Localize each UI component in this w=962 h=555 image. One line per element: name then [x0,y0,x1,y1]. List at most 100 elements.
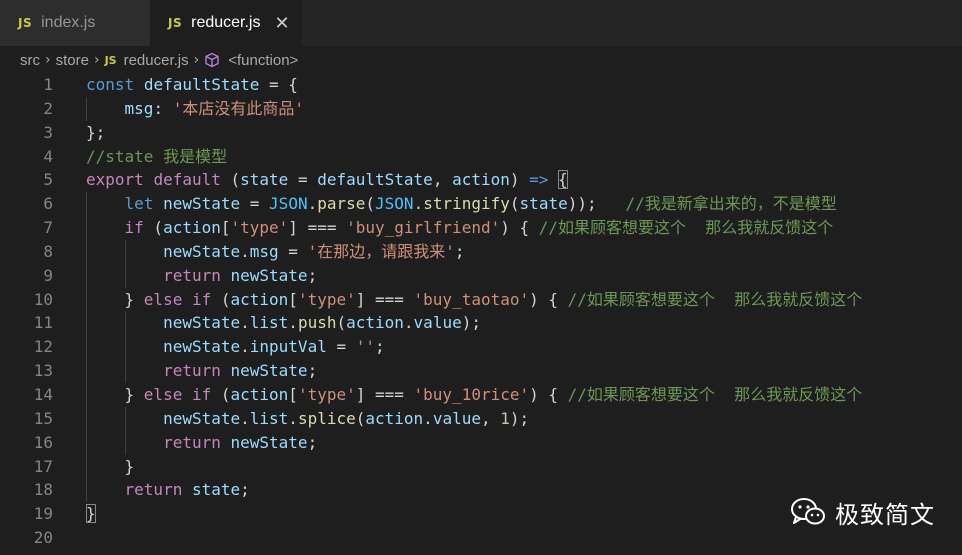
line-number: 12 [33,337,53,357]
code-token: value [413,313,462,333]
code-line[interactable]: 17 } [0,454,962,479]
code-line[interactable]: 6 let newState = JSON.parse(JSON.stringi… [0,192,962,217]
code-text: //state 我是模型 [86,145,227,169]
code-token: }; [86,122,106,142]
code-token: //如果顾客想要这个 那么我就反馈这个 [567,289,863,309]
line-number: 7 [43,218,53,238]
line-number: 15 [33,408,53,428]
tab-reducer-js[interactable]: JS reducer.js ✕ [150,0,302,46]
code-token: . [288,408,298,428]
code-token: . [288,313,298,333]
code-token: )); [567,194,626,214]
code-line[interactable]: 12 newState.inputVal = ''; [0,335,962,360]
code-line[interactable]: 4 //state 我是模型 [0,145,962,169]
code-token: //如果顾客想要这个 那么我就反馈这个 [538,218,834,238]
code-token: //我是新拿出来的，不是模型 [625,194,837,214]
code-text: if (action['type'] === 'buy_girlfriend')… [86,216,834,240]
code-token: 'type' [297,384,356,404]
code-token: newState [230,361,308,381]
code-line[interactable]: 16 return newState; [0,430,962,455]
code-line[interactable]: 13 return newState; [0,359,962,383]
code-line[interactable]: 3}; [0,121,962,145]
code-token: ) [509,170,530,190]
code-line[interactable]: 8 newState.msg = '在那边，请跟我来'; [0,239,962,264]
chevron-right-icon: › [45,52,51,68]
code-token: defaultState [143,75,260,94]
code-token: => [529,170,549,190]
code-token: state [240,170,289,190]
code-line[interactable]: 1 const defaultState = { [0,73,962,97]
code-token: = [326,337,356,357]
code-token: . [307,194,318,214]
code-token: '' [355,337,375,357]
code-token: //state 我是模型 [86,146,228,166]
code-token: stringify [423,194,510,214]
breadcrumb-item-src[interactable]: src [20,52,40,69]
code-line[interactable]: 10 } else if (action['type'] === 'buy_ta… [0,287,962,312]
code-token: . [240,337,250,357]
code-token: else [143,384,183,404]
code-token: ); [461,313,481,333]
tab-index-js[interactable]: JS index.js [0,0,150,46]
code-line[interactable]: 11 newState.list.push(action.value); [0,311,962,336]
code-token: [ [288,289,298,309]
code-text: } [86,502,96,526]
code-token: ) { [500,218,539,238]
code-line[interactable]: 2 msg: '本店没有此商品' [0,96,962,121]
code-token: 1 [500,408,510,428]
code-token: JSON [375,194,414,214]
code-editor[interactable]: 1 const defaultState = {2 msg: '本店没有此商品' 3… [0,73,962,550]
breadcrumb-item-store[interactable]: store [56,52,89,69]
line-number: 9 [43,265,53,285]
line-number: 3 [43,122,53,142]
code-token: ] === [355,289,414,309]
chevron-right-icon: › [93,52,100,68]
js-file-icon: JS [168,16,183,30]
code-line[interactable]: 5 export default (state = defaultState, a… [0,168,962,192]
code-token: ( [509,194,520,214]
code-text: return newState; [86,359,317,383]
code-text: }; [86,121,105,145]
code-token: ; [307,432,318,452]
code-token: . [403,313,414,333]
code-token: ( [220,170,241,190]
code-token: return [163,432,221,452]
code-token: inputVal [249,337,327,357]
code-line[interactable]: 14 } else if (action['type'] === 'buy_10… [0,382,962,407]
code-line[interactable]: 15 newState.list.splice(action.value, 1)… [0,406,962,431]
line-number: 10 [33,289,53,309]
code-text: let newState = JSON.parse(JSON.stringify… [86,192,837,216]
code-token: if [124,218,144,238]
code-token: value [432,408,481,428]
line-number: 13 [33,361,53,381]
code-token: = [288,170,318,190]
breadcrumb-item-file[interactable]: reducer.js [124,52,189,69]
code-token: ) { [529,289,568,309]
code-token: ; [240,480,250,500]
js-file-icon: JS [18,16,33,30]
code-token: [ [220,218,231,238]
code-line[interactable]: 9 return newState; [0,263,962,288]
code-line[interactable]: 7 if (action['type'] === 'buy_girlfriend… [0,216,962,240]
close-icon[interactable]: ✕ [274,13,289,34]
line-number: 8 [43,241,53,261]
line-number: 20 [33,528,53,548]
breadcrumb-item-symbol[interactable]: <function> [228,52,298,69]
code-token: } [86,456,135,476]
code-token: return [163,265,221,285]
code-token: newState [230,265,308,285]
code-token: if [191,289,212,309]
code-token: = [278,241,308,261]
